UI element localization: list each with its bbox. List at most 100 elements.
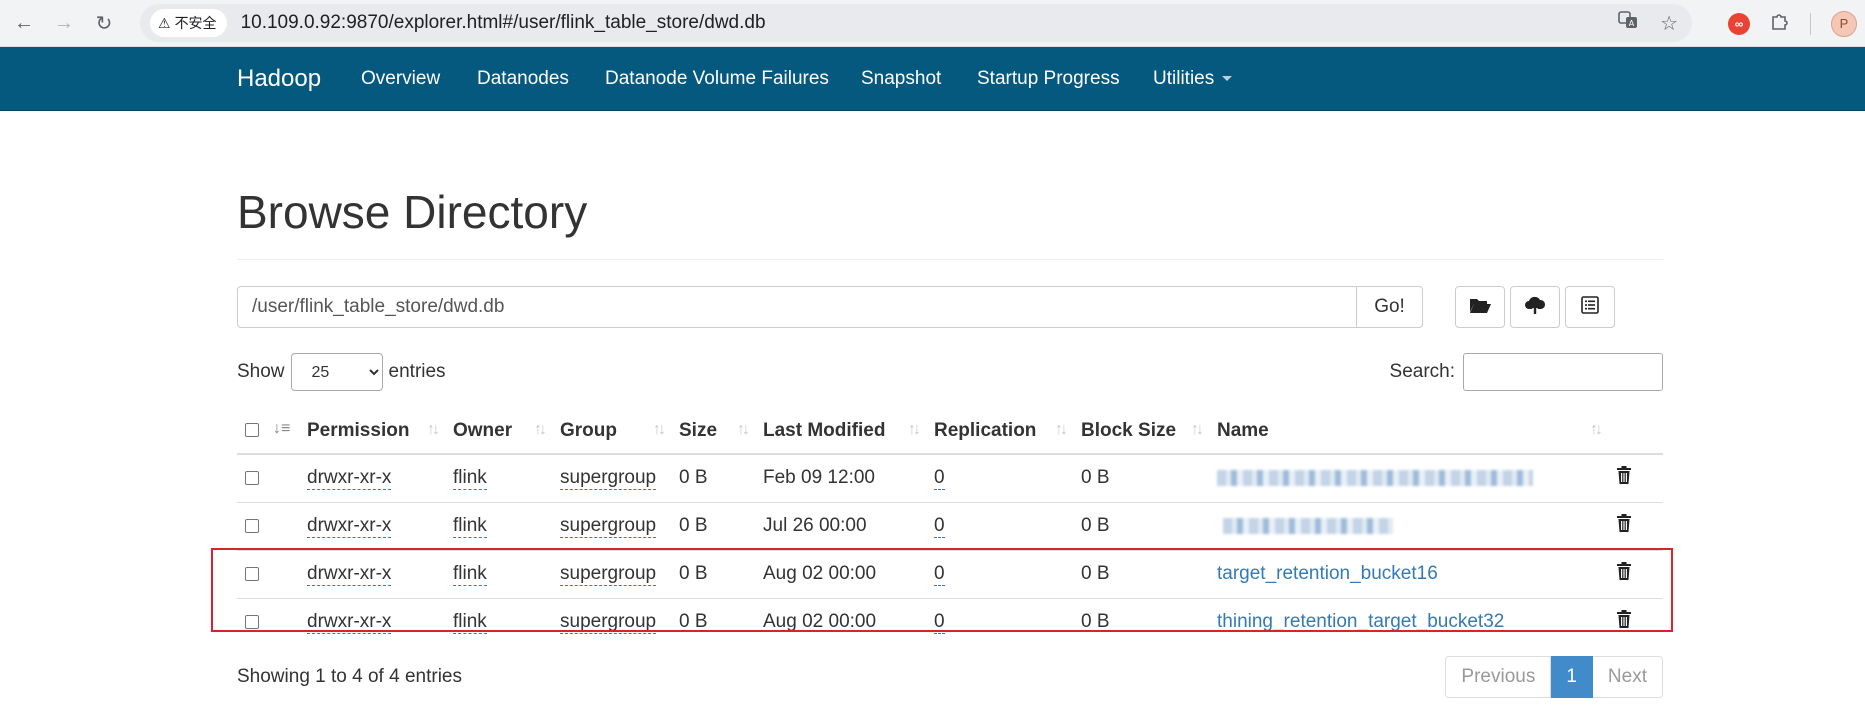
column-block-size-label: Block Size: [1081, 419, 1177, 441]
group-link[interactable]: supergroup: [560, 515, 657, 538]
row-checkbox[interactable]: [245, 566, 259, 581]
column-name-label: Name: [1217, 419, 1269, 441]
cell-last-modified: Feb 09 12:00: [755, 453, 926, 502]
column-name[interactable]: Name ↑↓: [1209, 408, 1608, 455]
translate-icon[interactable]: A: [1618, 10, 1638, 36]
permission-link[interactable]: drwxr-xr-x: [307, 563, 392, 586]
delete-trash-icon[interactable]: [1616, 562, 1632, 586]
security-label: 不安全: [174, 15, 217, 31]
column-actions: [1608, 408, 1663, 455]
path-input[interactable]: [237, 286, 1357, 328]
row-checkbox[interactable]: [245, 471, 259, 486]
replication-link[interactable]: 0: [934, 611, 945, 635]
column-permission[interactable]: Permission ↑↓: [299, 408, 445, 455]
nav-volume-failures[interactable]: Datanode Volume Failures: [605, 47, 829, 111]
column-owner-label: Owner: [453, 419, 513, 441]
nav-snapshot[interactable]: Snapshot: [861, 47, 941, 111]
nav-utilities[interactable]: Utilities: [1153, 47, 1233, 111]
owner-link[interactable]: flink: [453, 563, 487, 586]
page-length-select[interactable]: 25: [290, 353, 383, 391]
create-directory-button[interactable]: [1455, 286, 1505, 328]
previous-page-button[interactable]: Previous: [1445, 656, 1552, 698]
go-button[interactable]: Go!: [1357, 286, 1423, 328]
cell-block-size: 0 B: [1073, 597, 1209, 646]
pagination: Previous 1 Next: [1445, 656, 1663, 698]
search-label: Search:: [1389, 361, 1455, 382]
delete-trash-icon[interactable]: [1616, 514, 1632, 538]
nav-startup-progress[interactable]: Startup Progress: [977, 47, 1120, 111]
row-checkbox[interactable]: [245, 615, 259, 630]
sort-icon: ↑↓: [1191, 421, 1204, 438]
group-link[interactable]: supergroup: [560, 563, 657, 586]
table-row: drwxr-xr-x flink supergroup 0 B Aug 02 0…: [237, 549, 1663, 598]
redacted-name-link[interactable]: [1217, 470, 1533, 487]
sort-icon[interactable]: ↓≡: [273, 420, 290, 438]
column-group[interactable]: Group ↑↓: [552, 408, 671, 455]
forward-icon[interactable]: →: [48, 7, 80, 39]
group-link[interactable]: supergroup: [560, 467, 657, 491]
extension-icon[interactable]: ∞: [1728, 12, 1750, 35]
svg-text:A: A: [1629, 19, 1635, 28]
table-row: drwxr-xr-x flink supergroup 0 B Feb 09 1…: [237, 453, 1663, 502]
next-page-button[interactable]: Next: [1592, 656, 1663, 698]
cell-group: supergroup: [552, 597, 671, 646]
directory-name-link[interactable]: thining_retention_target_bucket32: [1217, 611, 1504, 632]
search-input[interactable]: [1463, 353, 1663, 391]
delete-trash-icon[interactable]: [1616, 610, 1632, 634]
brand-link[interactable]: Hadoop: [237, 47, 321, 111]
cell-name: [1209, 501, 1608, 550]
nav-utilities-label: Utilities: [1153, 68, 1215, 89]
cell-permission: drwxr-xr-x: [299, 549, 445, 598]
owner-link[interactable]: flink: [453, 611, 487, 635]
cell-group: supergroup: [552, 453, 671, 502]
cell-actions: [1608, 453, 1663, 502]
replication-link[interactable]: 0: [934, 563, 945, 586]
select-all-checkbox[interactable]: [245, 423, 259, 438]
bookmark-star-icon[interactable]: ☆: [1660, 11, 1678, 36]
profile-avatar[interactable]: P: [1831, 10, 1857, 37]
reload-icon[interactable]: ↻: [88, 7, 120, 39]
permission-link[interactable]: drwxr-xr-x: [307, 515, 392, 538]
page-1-button[interactable]: 1: [1551, 656, 1593, 698]
cut-paste-button[interactable]: [1565, 286, 1615, 328]
cell-replication: 0: [926, 453, 1073, 502]
upload-button[interactable]: [1510, 286, 1560, 328]
page-length-control: Show 25 entries: [237, 353, 446, 391]
directory-name-link[interactable]: target_retention_bucket16: [1217, 563, 1438, 584]
cell-actions: [1608, 501, 1663, 550]
column-last-modified[interactable]: Last Modified ↑↓: [755, 408, 926, 455]
row-select-cell: [237, 453, 299, 502]
security-chip[interactable]: ⚠ 不安全: [150, 9, 227, 37]
replication-link[interactable]: 0: [934, 467, 945, 491]
column-owner[interactable]: Owner ↑↓: [445, 408, 552, 455]
cell-replication: 0: [926, 501, 1073, 550]
table-info: Showing 1 to 4 of 4 entries: [237, 666, 462, 687]
cell-group: supergroup: [552, 501, 671, 550]
url-text[interactable]: 10.109.0.92:9870/explorer.html#/user/fli…: [241, 12, 766, 34]
column-last-modified-label: Last Modified: [763, 419, 886, 441]
nav-overview[interactable]: Overview: [361, 47, 440, 111]
row-checkbox[interactable]: [245, 518, 259, 533]
redacted-name-link[interactable]: [1223, 517, 1393, 534]
nav-datanodes[interactable]: Datanodes: [477, 47, 569, 111]
table-search: Search:: [1390, 353, 1663, 391]
owner-link[interactable]: flink: [453, 515, 487, 538]
page-title: Browse Directory: [237, 186, 588, 238]
column-replication[interactable]: Replication ↑↓: [926, 408, 1073, 455]
owner-link[interactable]: flink: [453, 467, 487, 491]
column-permission-label: Permission: [307, 419, 410, 441]
replication-link[interactable]: 0: [934, 515, 945, 538]
cell-name: thining_retention_target_bucket32: [1209, 597, 1608, 646]
cell-size: 0 B: [671, 549, 755, 598]
path-form: Go!: [237, 286, 1423, 328]
permission-link[interactable]: drwxr-xr-x: [307, 467, 392, 491]
column-block-size[interactable]: Block Size ↑↓: [1073, 408, 1209, 455]
back-icon[interactable]: ←: [8, 7, 40, 39]
column-size[interactable]: Size ↑↓: [671, 408, 755, 455]
extensions-puzzle-icon[interactable]: [1770, 11, 1790, 37]
delete-trash-icon[interactable]: [1616, 466, 1632, 490]
permission-link[interactable]: drwxr-xr-x: [307, 611, 392, 635]
column-size-label: Size: [679, 419, 718, 441]
group-link[interactable]: supergroup: [560, 611, 657, 635]
address-bar[interactable]: ⚠ 不安全 10.109.0.92:9870/explorer.html#/us…: [140, 4, 1692, 42]
